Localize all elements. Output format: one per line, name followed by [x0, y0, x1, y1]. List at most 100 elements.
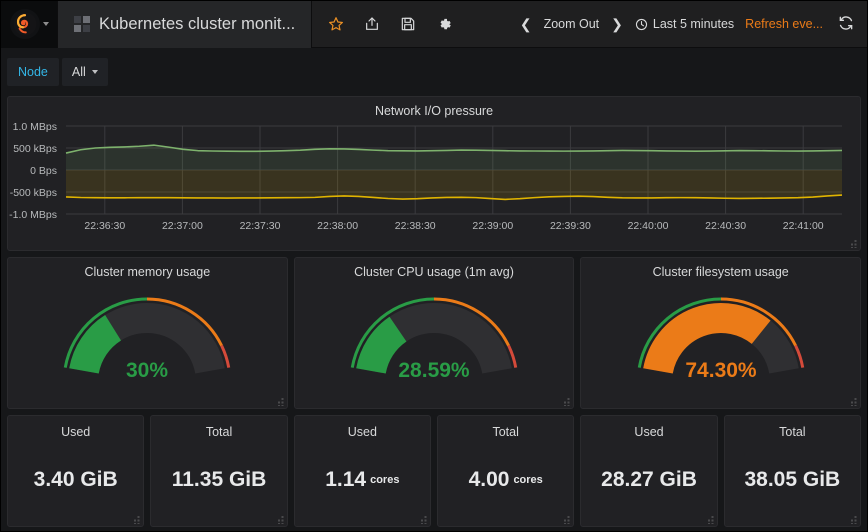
stat-value-cpu-total: 4.00 cores	[469, 439, 543, 526]
dashboard-title-button[interactable]: Kubernetes cluster monit...	[58, 0, 312, 48]
stat-row: Used 3.40 GiB Total 11.35 GiB Used 1.14 …	[7, 415, 862, 527]
panel-cpu-used: Used 1.14 cores	[293, 415, 432, 527]
panel-resize-handle[interactable]	[848, 238, 858, 248]
svg-text:22:38:00: 22:38:00	[317, 220, 358, 232]
gauge-value-text: 28.59%	[398, 359, 470, 382]
stat-value-memory-used: 3.40 GiB	[34, 439, 118, 526]
stat-number: 38.05 GiB	[744, 467, 841, 491]
panel-title-filesystem: Cluster filesystem usage	[652, 265, 789, 279]
gauge-filesystem: 74.30%	[581, 281, 860, 401]
stat-title-used: Used	[634, 425, 664, 439]
stat-value-memory-total: 11.35 GiB	[172, 439, 267, 526]
variable-selected-value: All	[71, 65, 86, 79]
stat-value-cpu-used: 1.14 cores	[325, 439, 399, 526]
panel-title-network-io: Network I/O pressure	[374, 104, 494, 118]
gauge-value-text: 30%	[126, 359, 168, 382]
stat-title-total: Total	[779, 425, 806, 439]
gauge-memory-svg: 30%	[64, 297, 231, 382]
top-navbar: Kubernetes cluster monit... ❮ Zoom Out ❯…	[1, 0, 867, 48]
zoom-out-button[interactable]: Zoom Out	[544, 17, 600, 31]
gauge-memory: 30%	[8, 281, 287, 401]
svg-text:500 kBps: 500 kBps	[13, 143, 57, 155]
panel-resize-handle[interactable]	[848, 396, 858, 406]
dashboard-grid-icon	[74, 16, 90, 32]
svg-text:22:37:30: 22:37:30	[240, 220, 281, 232]
dashboard-panels: Network I/O pressure 1.0 MBps 500 kBps 0 B…	[1, 96, 867, 531]
stat-group-filesystem: Used 28.27 GiB Total 38.05 GiB	[580, 415, 862, 527]
panel-resize-handle[interactable]	[131, 514, 141, 524]
svg-text:22:38:30: 22:38:30	[395, 220, 436, 232]
stat-unit: cores	[370, 473, 400, 486]
time-controls: ❮ Zoom Out ❯ Last 5 minutes Refresh eve.…	[519, 15, 867, 34]
stat-title-total: Total	[205, 425, 233, 439]
panel-cluster-memory-usage: Cluster memory usage 30%	[7, 257, 288, 409]
panel-filesystem-used: Used 28.27 GiB	[580, 415, 718, 527]
gauge-filesystem-svg: 74.30%	[637, 297, 804, 382]
network-io-chart[interactable]: 1.0 MBps 500 kBps 0 Bps -500 kBps -1.0 MBps 2…	[8, 120, 862, 240]
settings-gear-icon[interactable]	[436, 16, 452, 32]
panel-title-memory: Cluster memory usage	[84, 265, 211, 279]
panel-network-io-pressure: Network I/O pressure 1.0 MBps 500 kBps 0 B…	[7, 96, 861, 251]
svg-text:22:40:30: 22:40:30	[705, 220, 746, 232]
time-range-picker[interactable]: Last 5 minutes	[635, 17, 734, 31]
svg-text:22:39:00: 22:39:00	[472, 220, 513, 232]
panel-cluster-cpu-usage: Cluster CPU usage (1m avg) 28.59%	[293, 257, 575, 409]
stat-number: 28.27 GiB	[601, 467, 697, 491]
star-icon[interactable]	[328, 16, 344, 32]
variable-label-node: Node	[7, 58, 59, 86]
gauge-row: Cluster memory usage 30% Cluster CPU usa…	[7, 257, 862, 409]
gauge-cpu-svg: 28.59%	[350, 297, 518, 382]
svg-text:1.0 MBps: 1.0 MBps	[13, 121, 57, 133]
grafana-app: Kubernetes cluster monit... ❮ Zoom Out ❯…	[0, 0, 868, 532]
stat-unit: cores	[513, 473, 543, 486]
chevron-down-icon	[91, 70, 98, 74]
panel-resize-handle[interactable]	[561, 514, 571, 524]
refresh-interval-label[interactable]: Refresh eve...	[745, 17, 823, 31]
grafana-home-button[interactable]	[1, 0, 57, 48]
stat-value-filesystem-total: 38.05 GiB	[744, 439, 840, 526]
panel-resize-handle[interactable]	[275, 514, 285, 524]
svg-text:-500 kBps: -500 kBps	[10, 187, 57, 199]
stat-title-used: Used	[61, 425, 91, 439]
panel-resize-handle[interactable]	[848, 514, 858, 524]
svg-text:0 Bps: 0 Bps	[30, 165, 57, 177]
panel-memory-total: Total 11.35 GiB	[150, 415, 288, 527]
graph-plot-area[interactable]: 1.0 MBps 500 kBps 0 Bps -500 kBps -1.0 MBps 2…	[8, 120, 860, 240]
panel-resize-handle[interactable]	[275, 396, 285, 406]
panel-resize-handle[interactable]	[705, 514, 715, 524]
variable-select-node[interactable]: All	[61, 58, 108, 86]
dashboard-actions-toolbar	[312, 1, 468, 48]
gauge-cpu: 28.59%	[295, 281, 574, 401]
save-icon[interactable]	[400, 16, 416, 32]
stat-group-memory: Used 3.40 GiB Total 11.35 GiB	[7, 415, 288, 527]
time-range-label: Last 5 minutes	[652, 17, 735, 31]
panel-resize-handle[interactable]	[418, 514, 428, 524]
panel-title-cpu: Cluster CPU usage (1m avg)	[354, 265, 514, 279]
panel-resize-handle[interactable]	[561, 396, 571, 406]
stat-title-used: Used	[347, 425, 377, 439]
svg-text:22:40:00: 22:40:00	[628, 220, 669, 232]
svg-text:-1.0 MBps: -1.0 MBps	[9, 209, 57, 221]
svg-text:22:37:00: 22:37:00	[162, 220, 203, 232]
panel-cpu-total: Total 4.00 cores	[437, 415, 575, 527]
panel-filesystem-total: Total 38.05 GiB	[723, 415, 862, 527]
svg-text:22:36:30: 22:36:30	[84, 220, 125, 232]
stat-number: 4.00	[468, 467, 510, 491]
chevron-down-icon	[42, 22, 49, 26]
share-icon[interactable]	[364, 16, 380, 32]
panel-cluster-filesystem-usage: Cluster filesystem usage 74.30%	[580, 257, 862, 409]
time-shift-forward-button[interactable]: ❯	[610, 16, 624, 33]
stat-title-total: Total	[492, 425, 519, 439]
refresh-icon[interactable]	[834, 15, 854, 34]
stat-group-cpu: Used 1.14 cores Total 4.00 cores	[293, 415, 575, 527]
clock-icon	[635, 18, 647, 30]
svg-text:22:41:00: 22:41:00	[783, 220, 824, 232]
gauge-value-text: 74.30%	[685, 359, 757, 382]
grafana-logo-icon	[9, 9, 40, 39]
template-variables-bar: Node All	[1, 48, 867, 96]
time-shift-back-button[interactable]: ❮	[519, 16, 533, 33]
dashboard-title: Kubernetes cluster monit...	[99, 14, 296, 33]
stat-number: 3.40 GiB	[33, 467, 118, 491]
stat-number: 1.14	[325, 467, 367, 491]
svg-text:22:39:30: 22:39:30	[550, 220, 591, 232]
